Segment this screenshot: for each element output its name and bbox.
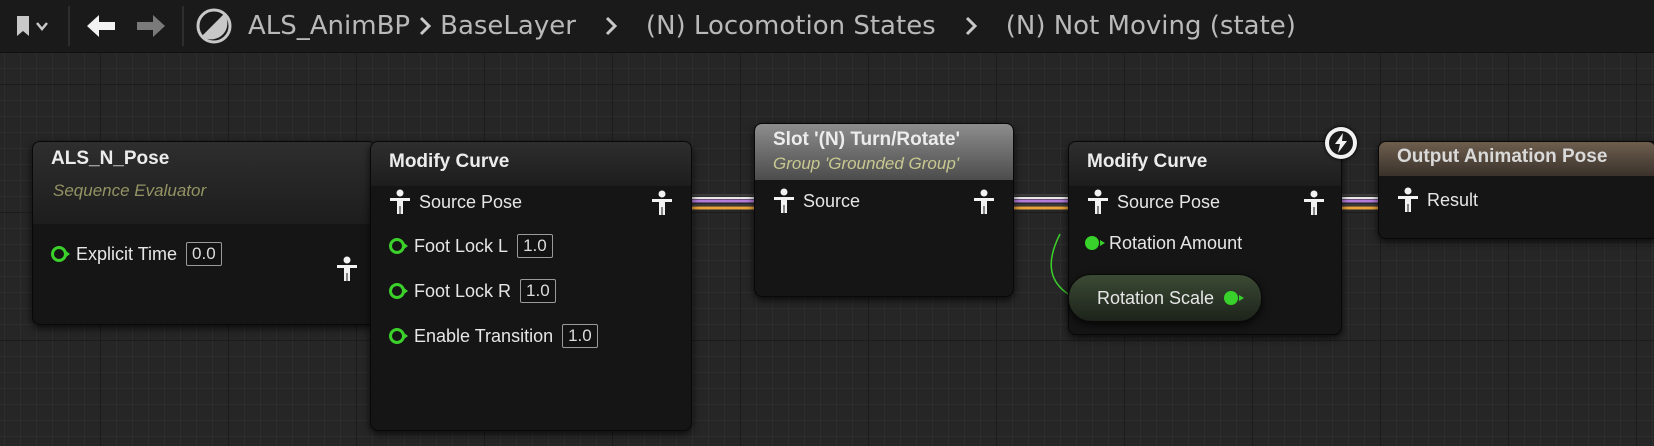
graph-canvas[interactable]: ALS_N_Pose Sequence Evaluator Explicit T… — [0, 53, 1654, 446]
node-title: Modify Curve — [389, 151, 510, 172]
node-subtitle: Sequence Evaluator — [53, 181, 207, 200]
node-header: Output Animation Pose — [1379, 142, 1654, 176]
slot-node[interactable]: Slot '(N) Turn/Rotate' Group 'Grounded G… — [754, 123, 1014, 297]
foot-lock-l-value[interactable]: 1.0 — [517, 234, 553, 258]
node-header: Modify Curve — [1069, 142, 1341, 186]
variable-label: Rotation Scale — [1097, 287, 1215, 308]
float-pin-icon[interactable] — [51, 246, 70, 262]
chevron-right-icon — [410, 0, 440, 52]
explicit-time-pin-row: Explicit Time 0.0 — [51, 240, 222, 268]
back-button[interactable] — [76, 0, 126, 52]
foot-lock-l-pin-row: Foot Lock L 1.0 — [389, 232, 553, 260]
rotation-scale-getter-node[interactable]: Rotation Scale — [1068, 274, 1262, 322]
pose-input-pin-icon[interactable] — [1087, 189, 1109, 215]
node-title: Slot '(N) Turn/Rotate' — [773, 129, 961, 150]
lightning-icon — [1329, 131, 1353, 155]
enable-transition-pin-row: Enable Transition 1.0 — [389, 322, 598, 350]
pose-input-pin-icon[interactable] — [1397, 187, 1419, 213]
arrow-right-icon — [137, 15, 165, 37]
output-animation-pose-node[interactable]: Output Animation Pose Result — [1378, 141, 1654, 239]
breadcrumb-item-2[interactable]: BaseLayer — [440, 11, 576, 41]
modify-curve-node-1[interactable]: Modify Curve Source Pose Foot Lock L 1.0… — [370, 141, 692, 431]
breadcrumb-item-4[interactable]: (N) Not Moving (state) — [1006, 11, 1296, 41]
breadcrumb-item-3[interactable]: (N) Locomotion States — [646, 11, 936, 41]
node-title: Output Animation Pose — [1397, 146, 1608, 167]
pose-input-pin-icon[interactable] — [389, 189, 411, 215]
pose-output-pin-icon[interactable] — [336, 256, 358, 282]
pin-label: Rotation Amount — [1109, 232, 1243, 253]
anim-blueprint-icon — [196, 8, 232, 44]
pose-wire-2 — [1012, 194, 1068, 210]
source-pin-row: Source — [773, 187, 860, 215]
foot-lock-r-pin-row: Foot Lock R 1.0 — [389, 277, 556, 305]
pose-output-pin-icon[interactable] — [1303, 190, 1325, 216]
forward-button[interactable] — [126, 0, 176, 52]
pin-label: Source Pose — [419, 191, 523, 212]
breadcrumb-bar: ALS_AnimBP BaseLayer (N) Locomotion Stat… — [0, 0, 1654, 53]
node-title: Modify Curve — [1087, 151, 1208, 172]
enable-transition-value[interactable]: 1.0 — [562, 324, 598, 348]
source-pose-pin-row: Source Pose — [389, 188, 522, 216]
float-pin-icon[interactable] — [1085, 236, 1105, 250]
node-header: Modify Curve — [371, 142, 691, 186]
pin-label: Source — [803, 190, 861, 211]
explicit-time-value[interactable]: 0.0 — [186, 242, 222, 266]
pin-label: Enable Transition — [414, 325, 554, 346]
pose-output-pin-icon[interactable] — [651, 190, 673, 216]
pin-label: Source Pose — [1117, 191, 1221, 212]
breadcrumb-item-1[interactable]: ALS_AnimBP — [248, 11, 410, 41]
sequence-evaluator-node[interactable]: ALS_N_Pose Sequence Evaluator Explicit T… — [32, 141, 376, 325]
bookmark-icon — [17, 16, 48, 36]
source-pose-pin-row: Source Pose — [1087, 188, 1220, 216]
fast-path-badge — [1325, 127, 1357, 159]
pin-label: Explicit Time — [76, 243, 178, 264]
toolbar-divider — [68, 6, 70, 46]
anim-blueprint-button[interactable] — [190, 0, 238, 52]
pose-output-pin-icon[interactable] — [973, 189, 995, 215]
pin-label: Foot Lock R — [414, 280, 512, 301]
bookmark-button[interactable] — [0, 0, 62, 52]
chevron-right-icon — [936, 0, 1006, 52]
foot-lock-r-value[interactable]: 1.0 — [520, 279, 556, 303]
float-pin-icon[interactable] — [1224, 291, 1245, 305]
toolbar-divider — [182, 6, 184, 46]
chevron-right-icon — [576, 0, 646, 52]
pin-label: Result — [1427, 189, 1479, 210]
rotation-amount-pin-row: Rotation Amount — [1085, 229, 1242, 257]
node-title: ALS_N_Pose — [51, 148, 170, 169]
arrow-left-icon — [87, 15, 115, 37]
pose-wire-1 — [690, 194, 755, 210]
node-subtitle: Group 'Grounded Group' — [773, 154, 960, 173]
pose-input-pin-icon[interactable] — [773, 188, 795, 214]
pin-label: Foot Lock L — [414, 235, 509, 256]
result-pin-row: Result — [1397, 186, 1478, 214]
float-pin-icon[interactable] — [389, 328, 408, 344]
float-pin-icon[interactable] — [389, 283, 408, 299]
float-pin-icon[interactable] — [389, 238, 408, 254]
